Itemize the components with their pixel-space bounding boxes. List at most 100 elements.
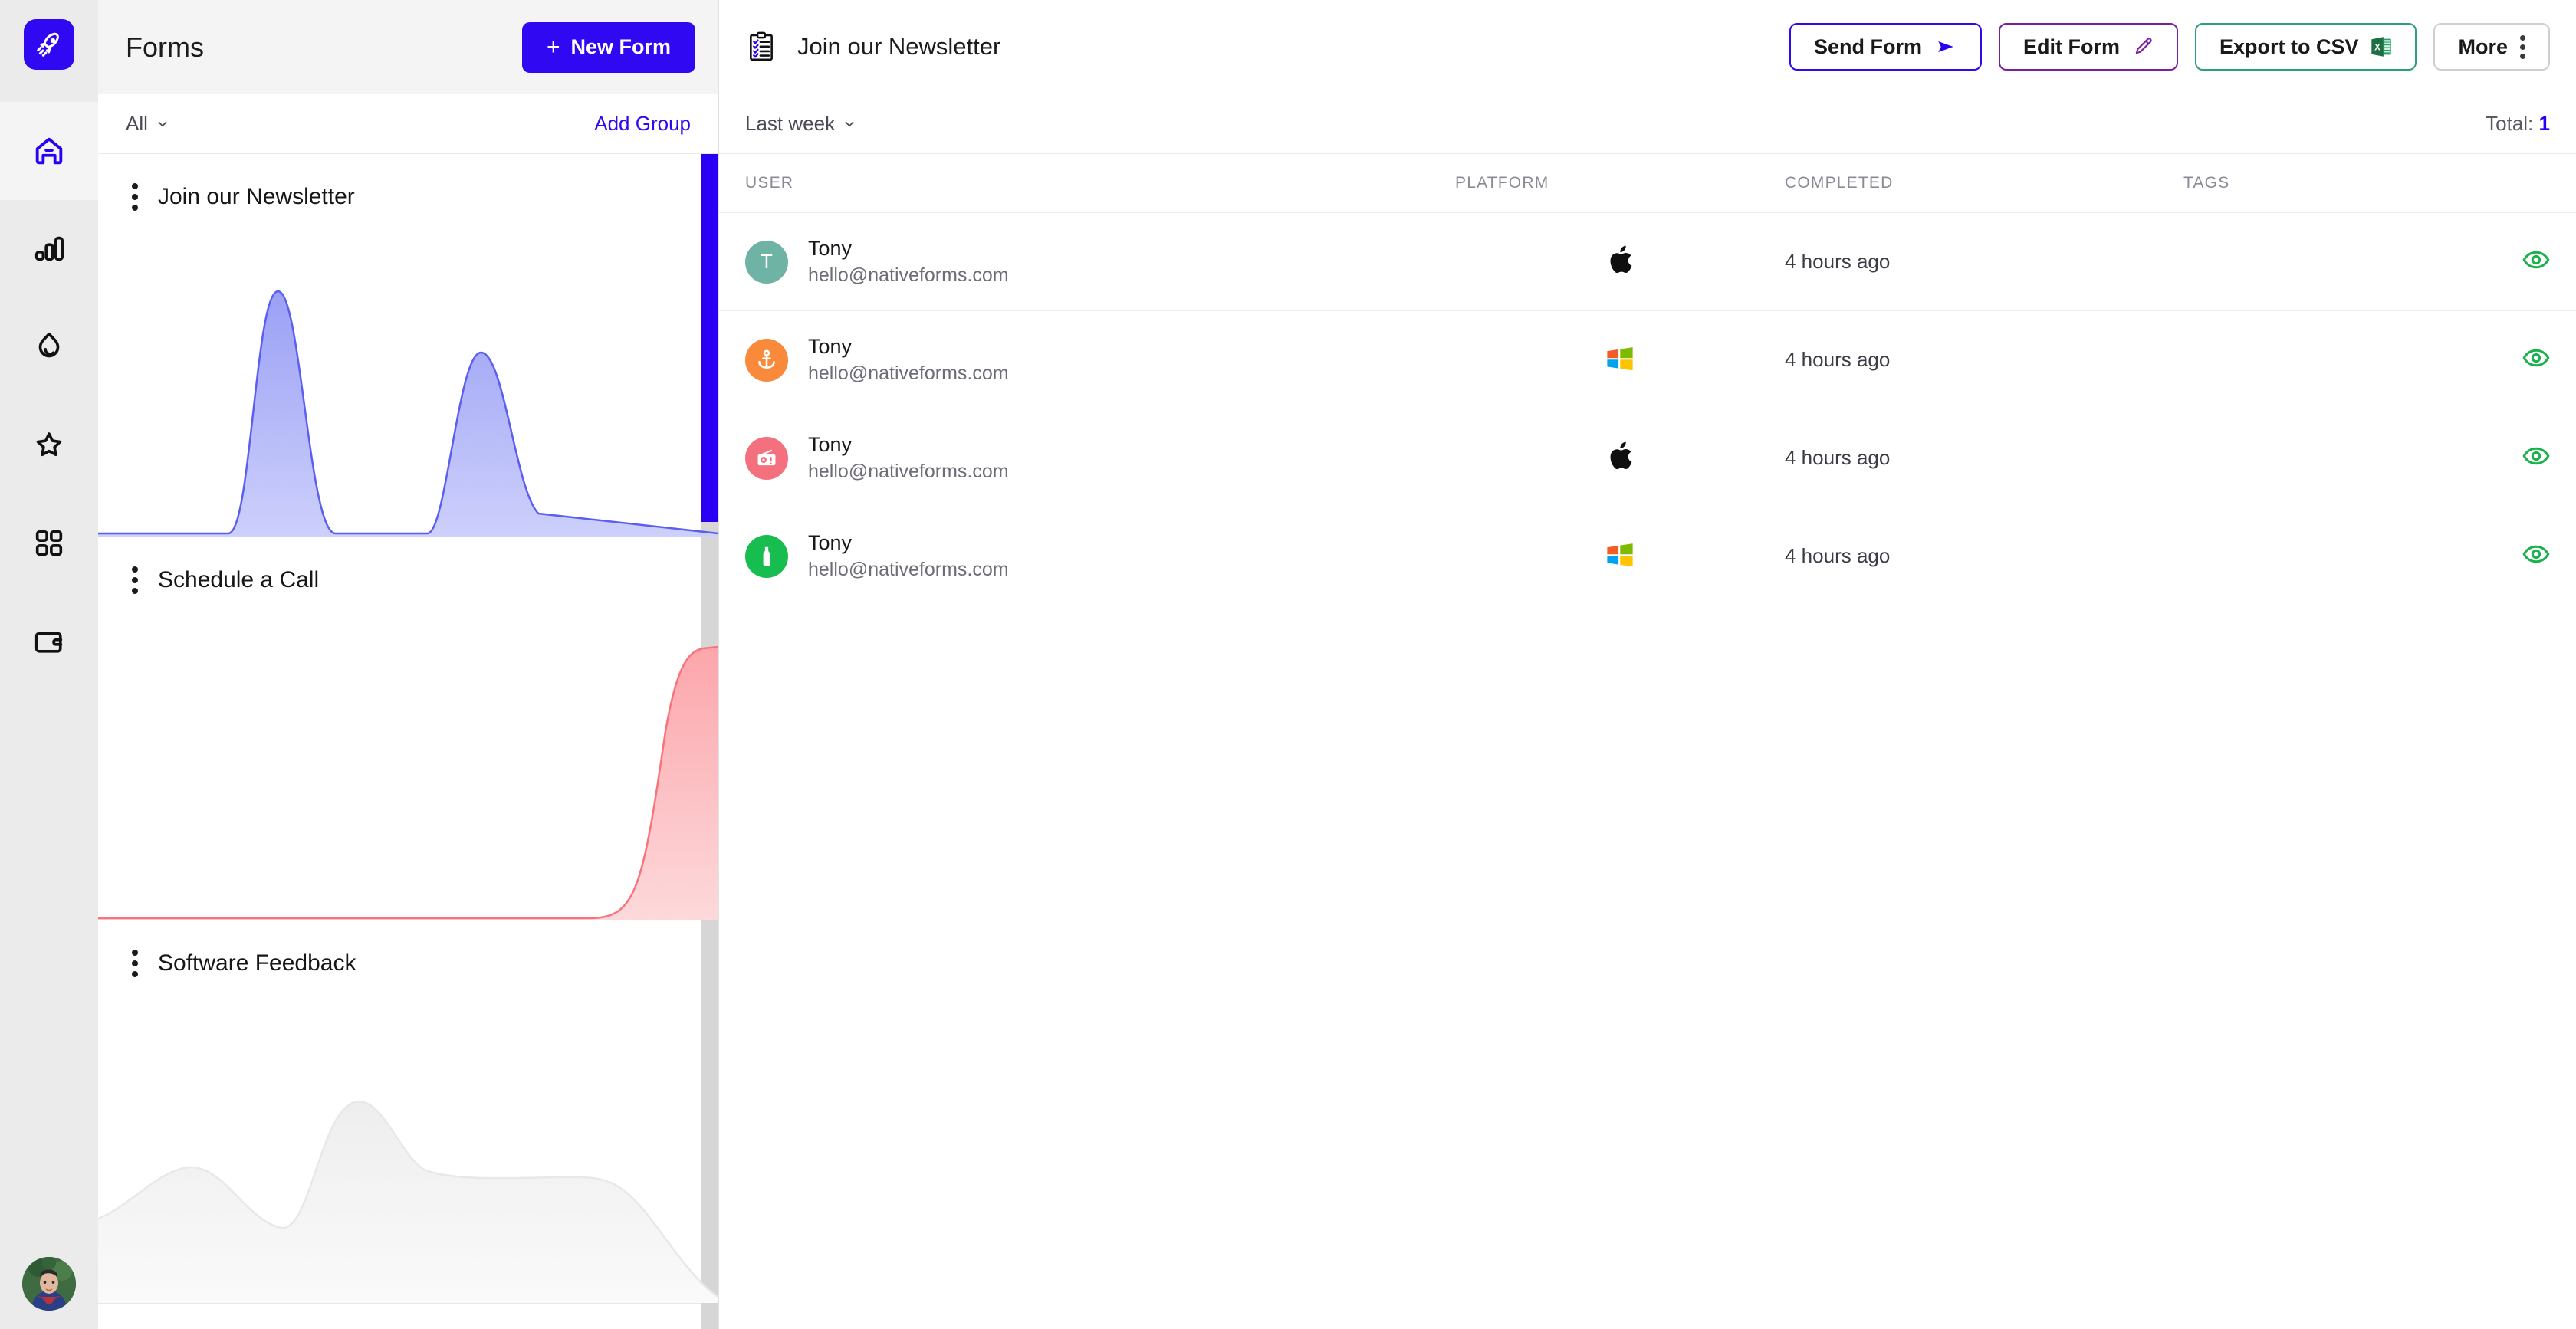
edit-form-button[interactable]: Edit Form xyxy=(1999,23,2178,71)
export-csv-button[interactable]: Export to CSV X xyxy=(2195,23,2417,71)
kebab-menu-icon[interactable] xyxy=(126,180,138,214)
table-row[interactable]: Tony hello@nativeforms.com xyxy=(719,311,2576,409)
sidebar-item-apps[interactable] xyxy=(0,494,98,592)
home-icon xyxy=(31,133,67,169)
column-header-tags[interactable]: TAGS xyxy=(2183,154,2576,213)
sparkline-software-feedback xyxy=(98,1027,718,1303)
forms-list: Join our Newsletter Schedule a Call xyxy=(98,154,718,1329)
send-form-label: Send Form xyxy=(1814,35,1922,59)
form-card-header: Join our Newsletter xyxy=(98,154,718,214)
sparkline-newsletter xyxy=(98,261,718,537)
user-identity: Tony hello@nativeforms.com xyxy=(808,431,1009,484)
user-email: hello@nativeforms.com xyxy=(808,459,1009,485)
sidebar-item-stats[interactable] xyxy=(0,200,98,298)
cell-platform xyxy=(1455,311,1785,409)
stats-icon xyxy=(31,231,67,267)
table-row[interactable]: T Tony hello@nativeforms.com xyxy=(719,213,2576,311)
eye-icon[interactable] xyxy=(2522,544,2550,568)
submissions-filter-row: Last week Total: 1 xyxy=(719,94,2576,154)
anchor-icon xyxy=(745,339,788,382)
kebab-menu-icon[interactable] xyxy=(126,563,138,597)
form-card-title: Software Feedback xyxy=(158,950,356,976)
column-header-completed[interactable]: COMPLETED xyxy=(1785,154,2183,213)
more-label: More xyxy=(2458,35,2508,59)
eye-icon[interactable] xyxy=(2522,250,2550,274)
cell-user: Tony hello@nativeforms.com xyxy=(719,311,1455,409)
eye-icon[interactable] xyxy=(2522,348,2550,372)
user-email: hello@nativeforms.com xyxy=(808,361,1009,387)
forms-filter-label: All xyxy=(126,112,148,136)
cell-tags xyxy=(2183,213,2576,311)
clipboard-checklist-icon xyxy=(745,31,777,63)
rail-item-list xyxy=(0,102,98,691)
total-label: Total: xyxy=(2486,112,2533,135)
user-cell: Tony hello@nativeforms.com xyxy=(745,431,1455,484)
column-header-user[interactable]: USER xyxy=(719,154,1455,213)
user-email: hello@nativeforms.com xyxy=(808,263,1009,289)
main-header-title-group: Join our Newsletter xyxy=(745,31,1001,63)
cell-user: Tony hello@nativeforms.com xyxy=(719,409,1455,507)
sidebar-item-home[interactable] xyxy=(0,102,98,200)
sidebar-item-favorites[interactable] xyxy=(0,396,98,494)
forms-filter-dropdown[interactable]: All xyxy=(126,112,169,136)
user-name: Tony xyxy=(808,431,1009,458)
eye-icon[interactable] xyxy=(2522,446,2550,470)
submissions-table: USER PLATFORM COMPLETED TAGS T Tony xyxy=(719,154,2576,605)
windows-icon xyxy=(1606,346,1634,370)
avatar-letter: T xyxy=(761,250,773,274)
table-row[interactable]: Tony hello@nativeforms.com 4 hours ago xyxy=(719,409,2576,507)
form-card-header: Schedule a Call xyxy=(98,537,718,597)
wallet-icon xyxy=(31,624,67,659)
form-card-software-feedback[interactable]: Software Feedback xyxy=(98,920,718,1304)
forms-subbar: All Add Group xyxy=(98,94,718,154)
form-card-title: Schedule a Call xyxy=(158,567,319,593)
user-identity: Tony hello@nativeforms.com xyxy=(808,529,1009,582)
chevron-down-icon xyxy=(156,117,169,131)
page-title: Forms xyxy=(126,31,204,64)
user-identity: Tony hello@nativeforms.com xyxy=(808,235,1009,288)
table-row[interactable]: Tony hello@nativeforms.com xyxy=(719,507,2576,605)
cell-tags xyxy=(2183,507,2576,605)
rocket-icon xyxy=(34,29,64,60)
cell-completed: 4 hours ago xyxy=(1785,409,2183,507)
form-card-schedule-call[interactable]: Schedule a Call xyxy=(98,537,718,920)
add-group-button[interactable]: Add Group xyxy=(594,112,691,136)
export-csv-label: Export to CSV xyxy=(2220,35,2359,59)
main-content: Join our Newsletter Send Form Edit Form xyxy=(719,0,2576,1329)
cell-platform xyxy=(1455,507,1785,605)
total-value: 1 xyxy=(2539,112,2550,135)
apple-icon xyxy=(1607,441,1633,471)
kebab-menu-icon[interactable] xyxy=(126,947,138,980)
cell-user: T Tony hello@nativeforms.com xyxy=(719,213,1455,311)
grid-apps-icon xyxy=(31,526,67,561)
new-form-button[interactable]: + New Form xyxy=(522,22,695,73)
app-logo[interactable] xyxy=(24,19,74,70)
avatar[interactable] xyxy=(22,1257,76,1311)
flame-icon xyxy=(31,330,67,365)
new-form-label: New Form xyxy=(570,35,671,59)
plus-icon: + xyxy=(547,34,560,61)
send-paper-plane-icon xyxy=(1934,37,1957,57)
radio-icon xyxy=(745,437,788,480)
sidebar-item-billing[interactable] xyxy=(0,592,98,691)
svg-text:X: X xyxy=(2375,44,2381,53)
column-header-platform[interactable]: PLATFORM xyxy=(1455,154,1785,213)
date-range-dropdown[interactable]: Last week xyxy=(745,112,856,136)
sparkline-schedule-call xyxy=(98,644,718,920)
user-identity: Tony hello@nativeforms.com xyxy=(808,333,1009,386)
chevron-down-icon xyxy=(843,117,856,131)
send-form-button[interactable]: Send Form xyxy=(1789,23,1982,71)
user-cell: T Tony hello@nativeforms.com xyxy=(745,235,1455,288)
form-card-header: Software Feedback xyxy=(98,920,718,980)
excel-file-icon: X xyxy=(2371,35,2392,58)
more-button[interactable]: More xyxy=(2433,23,2550,71)
sidebar-item-trending[interactable] xyxy=(0,298,98,396)
pencil-edit-icon xyxy=(2132,36,2154,57)
icon-rail xyxy=(0,0,98,1329)
user-cell: Tony hello@nativeforms.com xyxy=(745,529,1455,582)
form-card-title: Join our Newsletter xyxy=(158,184,355,210)
app-root: Forms + New Form All Add Group Join our … xyxy=(0,0,2576,1329)
edit-form-label: Edit Form xyxy=(2023,35,2120,59)
form-card-newsletter[interactable]: Join our Newsletter xyxy=(98,154,718,537)
bottle-icon xyxy=(745,535,788,578)
